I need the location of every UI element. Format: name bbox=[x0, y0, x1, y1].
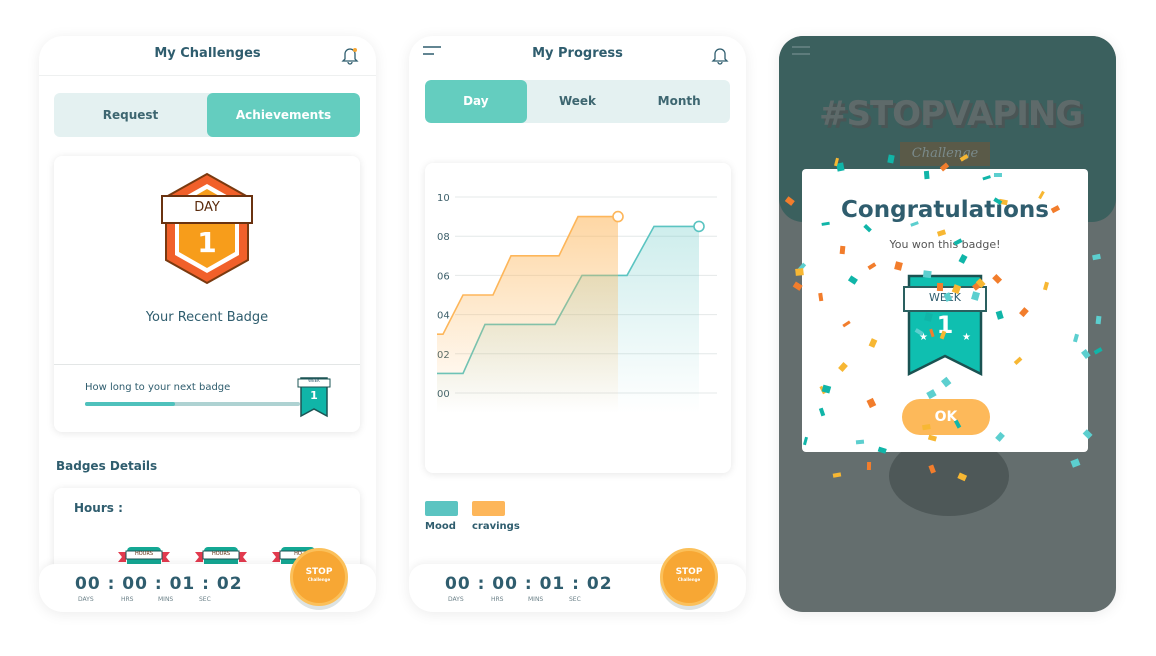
timer-unit: SEC bbox=[199, 596, 211, 603]
tab-achievements[interactable]: Achievements bbox=[207, 93, 360, 137]
confetti-piece bbox=[921, 423, 931, 430]
recent-badge-caption: Your Recent Badge bbox=[145, 310, 269, 325]
confetti-piece bbox=[855, 439, 864, 445]
timer-unit: HRS bbox=[491, 596, 504, 603]
congratulations-screen: #STOPVAPING Challenge Congratulations Yo… bbox=[779, 36, 1116, 612]
hours-badge-label: HOURS bbox=[211, 551, 230, 557]
y-tick-label: 08 bbox=[437, 232, 450, 243]
timer-unit: MINS bbox=[528, 596, 544, 603]
series-end-marker bbox=[693, 220, 705, 233]
progress-chart: 100806040200 bbox=[437, 193, 717, 413]
timer-unit: DAYS bbox=[448, 596, 464, 603]
menu-icon[interactable] bbox=[792, 46, 810, 56]
confetti-piece bbox=[1070, 458, 1081, 468]
confetti-piece bbox=[818, 292, 824, 301]
tab-week[interactable]: Week bbox=[527, 80, 629, 123]
confetti-piece bbox=[993, 173, 1002, 178]
timer-unit: MINS bbox=[158, 596, 174, 603]
legend-label-cravings: cravings bbox=[472, 521, 520, 532]
stopvaping-logo: #STOPVAPING bbox=[819, 94, 1083, 134]
page-title: My Challenges bbox=[39, 36, 376, 76]
timer-unit: SEC bbox=[569, 596, 581, 603]
ok-button[interactable]: OK bbox=[902, 399, 990, 435]
my-progress-screen: My Progress Day Week Month 100806040200 … bbox=[409, 36, 746, 612]
next-badge-progress bbox=[85, 402, 300, 406]
badge-day-number: 1 bbox=[197, 226, 217, 259]
congrats-modal: Congratulations You won this badge! ★★ W… bbox=[802, 169, 1088, 452]
series-area-cravings bbox=[437, 216, 618, 413]
confetti-piece bbox=[866, 461, 872, 470]
week-badge-label: WEEK bbox=[308, 378, 320, 383]
badges-details-title: Badges Details bbox=[56, 459, 158, 473]
timer-unit: DAYS bbox=[78, 596, 94, 603]
tab-request[interactable]: Request bbox=[54, 93, 207, 137]
legend-label-mood: Mood bbox=[425, 521, 456, 532]
divider bbox=[54, 364, 360, 365]
confetti-piece bbox=[1093, 347, 1104, 355]
timer-value: 00 : 00 : 01 : 02 bbox=[75, 574, 243, 594]
hours-label: Hours : bbox=[74, 501, 123, 515]
confetti-piece bbox=[792, 281, 803, 291]
stop-challenge-button[interactable]: STOP Challenge bbox=[290, 548, 348, 606]
page-title: My Progress bbox=[532, 46, 623, 61]
confetti-piece bbox=[832, 472, 842, 478]
legend-swatch-cravings bbox=[472, 501, 505, 516]
bell-icon[interactable] bbox=[710, 45, 730, 65]
menu-icon[interactable] bbox=[423, 46, 441, 56]
progress-chart-card: 100806040200 bbox=[425, 163, 731, 473]
week-badge-number: 1 bbox=[310, 389, 318, 402]
recent-badge-card: DAY 1 Your Recent Badge How long to your… bbox=[54, 156, 360, 432]
legend-swatch-mood bbox=[425, 501, 458, 516]
series-end-marker bbox=[612, 210, 624, 223]
timer-unit: HRS bbox=[121, 596, 134, 603]
next-badge-label: How long to your next badge bbox=[85, 382, 231, 393]
my-challenges-screen: My Challenges Request Achievements DAY 1… bbox=[39, 36, 376, 612]
hours-badge-label: HOURS bbox=[134, 551, 153, 557]
challenge-tabs: Request Achievements bbox=[54, 93, 360, 137]
badge-day-label: DAY bbox=[194, 200, 220, 215]
y-tick-label: 06 bbox=[437, 271, 450, 282]
tab-month[interactable]: Month bbox=[628, 80, 730, 123]
confetti-piece bbox=[923, 170, 930, 180]
period-tabs: Day Week Month bbox=[425, 80, 730, 123]
y-tick-label: 10 bbox=[437, 193, 450, 204]
confetti-piece bbox=[1095, 315, 1101, 324]
tab-day[interactable]: Day bbox=[425, 80, 527, 123]
timer-value: 00 : 00 : 01 : 02 bbox=[445, 574, 613, 594]
confetti-piece bbox=[795, 267, 804, 276]
confetti-piece bbox=[936, 282, 943, 291]
modal-title: Congratulations bbox=[841, 197, 1049, 223]
y-tick-label: 04 bbox=[437, 311, 450, 322]
bell-icon[interactable] bbox=[340, 45, 360, 65]
confetti-piece bbox=[1092, 254, 1102, 261]
stop-challenge-button[interactable]: STOP Challenge bbox=[660, 548, 718, 606]
